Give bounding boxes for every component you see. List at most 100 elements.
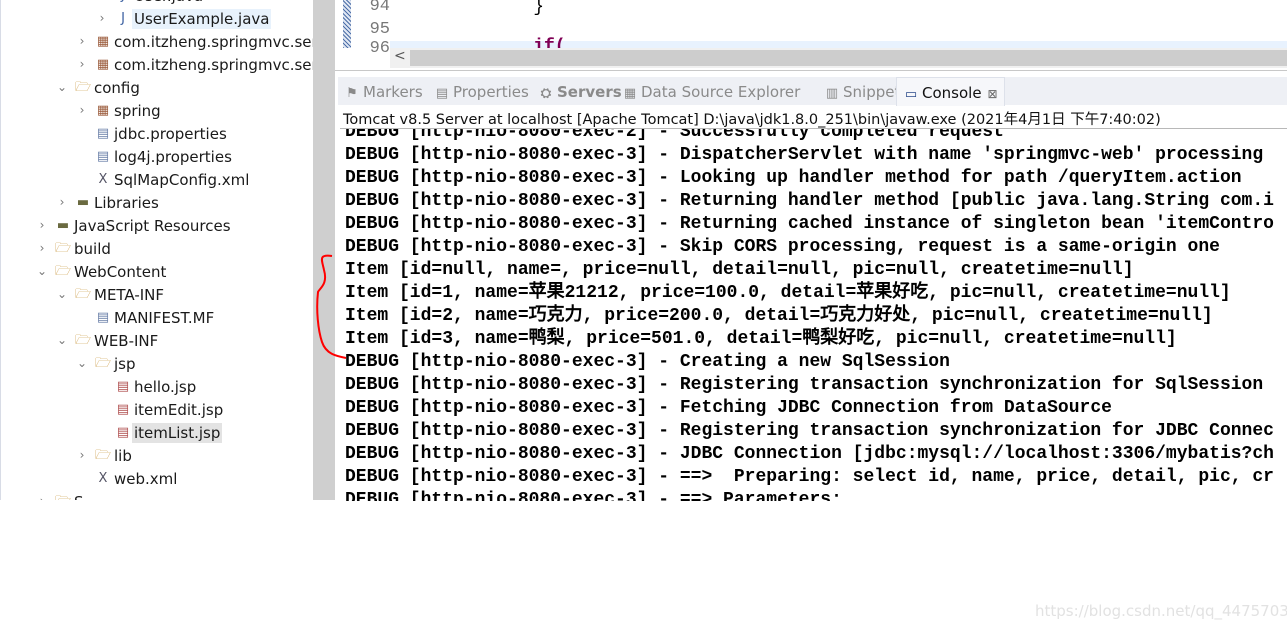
tree-item-label: log4j.properties — [114, 148, 232, 166]
chevron-right-icon[interactable]: › — [76, 34, 88, 48]
tree-item-label: hello.jsp — [134, 378, 197, 396]
jsp-file-icon: ▤ — [116, 379, 130, 394]
line-number: 95 — [369, 20, 390, 39]
chevron-right-icon[interactable]: › — [36, 218, 48, 232]
tree-item-label: User.java — [132, 0, 205, 6]
package-icon: ▦ — [96, 103, 110, 118]
console-line: DEBUG [http-nio-8080-exec-3] - Skip CORS… — [345, 237, 1220, 257]
text-file-icon: ▤ — [96, 310, 110, 325]
chevron-right-icon[interactable]: › — [56, 195, 68, 209]
tree-item[interactable]: ⌄ 🗁 META-INF — [1, 284, 314, 307]
tab-label: Data Source Explorer — [641, 83, 801, 101]
line-number: 96 — [369, 39, 390, 58]
tree-item[interactable]: X SqlMapConfig.xml — [1, 169, 314, 192]
tree-item[interactable]: › ▦ com.itzheng.springmvc.serv — [1, 31, 314, 54]
servers-icon: ⛭ — [540, 86, 552, 101]
tree-item[interactable]: › 🗁 lib — [1, 445, 314, 468]
tab-console[interactable]: ▭ Console ⊠ — [896, 77, 1005, 106]
tab-label: Markers — [363, 83, 423, 101]
folder-icon: 🗁 — [75, 287, 92, 302]
console-line: DEBUG [http-nio-8080-exec-2] - Successfu… — [345, 128, 1004, 142]
tree-item[interactable]: ▤ itemEdit.jsp — [1, 399, 314, 422]
tab-markers[interactable]: ⚑ Markers — [344, 77, 423, 105]
console-line: DEBUG [http-nio-8080-exec-3] - Registeri… — [345, 421, 1274, 441]
snippets-icon: ▥ — [825, 86, 839, 101]
chevron-right-icon[interactable]: › — [96, 0, 108, 2]
console-line: DEBUG [http-nio-8080-exec-3] - Creating … — [345, 352, 950, 372]
xml-file-icon: X — [98, 172, 108, 187]
tree-item[interactable]: › 🗁S — [1, 491, 314, 500]
chevron-right-icon[interactable]: › — [96, 11, 108, 25]
tab-properties[interactable]: ▤ Properties — [434, 77, 529, 105]
tree-item[interactable]: ⌄ 🗁 config — [1, 77, 314, 100]
tree-item[interactable]: ▤ itemList.jsp — [1, 422, 314, 445]
tree-item[interactable]: ⌄ 🗁 jsp — [1, 353, 314, 376]
console-line: DEBUG [http-nio-8080-exec-3] - Fetching … — [345, 398, 1112, 418]
tree-item-label: itemEdit.jsp — [134, 401, 224, 419]
tab-servers[interactable]: ⛭ Servers — [538, 77, 622, 105]
tree-item[interactable]: › ▦ com.itzheng.springmvc.serv — [1, 54, 314, 77]
close-icon[interactable]: ⊠ — [988, 87, 998, 101]
tree-item-label: UserExample.java — [132, 9, 272, 29]
chevron-right-icon[interactable]: › — [36, 494, 48, 500]
folder-icon: 🗁 — [55, 264, 72, 279]
tree-item-label: web.xml — [114, 470, 178, 488]
tree-item[interactable]: ⌄ 🗁 WEB-INF — [1, 330, 314, 353]
chevron-right-icon[interactable]: › — [36, 241, 48, 255]
package-icon: ▦ — [96, 34, 110, 49]
console-line: DEBUG [http-nio-8080-exec-3] - Dispatche… — [345, 145, 1264, 165]
chevron-right-icon[interactable]: › — [76, 103, 88, 117]
tree-item[interactable]: › ▬ Libraries — [1, 192, 314, 215]
chevron-right-icon[interactable]: › — [76, 57, 88, 71]
chevron-down-icon[interactable]: ⌄ — [56, 333, 68, 347]
console-line: DEBUG [http-nio-8080-exec-3] - ==> Prepa… — [345, 467, 1274, 487]
tree-item[interactable]: › JUser.java — [1, 0, 314, 8]
tree-item[interactable]: ▤ log4j.properties — [1, 146, 314, 169]
jsp-file-icon: ▤ — [116, 402, 130, 417]
tree-item-label: SqlMapConfig.xml — [114, 171, 250, 189]
chevron-down-icon[interactable]: ⌄ — [56, 287, 68, 301]
tree-item[interactable]: ▤ jdbc.properties — [1, 123, 314, 146]
tree-item-label: META-INF — [94, 286, 165, 304]
tree-item[interactable]: › 🗁 build — [1, 238, 314, 261]
tree-item-label: spring — [114, 102, 161, 120]
tree-item-label: MANIFEST.MF — [114, 309, 215, 327]
tree-item-label: com.itzheng.springmvc.serv — [114, 56, 314, 74]
project-explorer-tree: ›JUser.java›JUserExample.java›▦com.itzhe… — [0, 0, 314, 500]
data-source-icon: ▦ — [623, 86, 637, 101]
scrollbar-thumb[interactable] — [410, 50, 1287, 66]
red-bracket-annotation — [316, 254, 347, 359]
tab-data-source-explorer[interactable]: ▦ Data Source Explorer — [622, 77, 800, 105]
tree-item-label: lib — [114, 447, 132, 465]
chevron-right-icon[interactable]: › — [76, 448, 88, 462]
horizontal-scrollbar[interactable]: < — [390, 48, 1287, 68]
chevron-down-icon[interactable]: ⌄ — [56, 80, 68, 94]
console-line: Item [id=null, name=, price=null, detail… — [345, 260, 1134, 280]
chevron-down-icon[interactable]: ⌄ — [76, 356, 88, 370]
console-line: DEBUG [http-nio-8080-exec-3] - Looking u… — [345, 168, 1242, 188]
console-line: DEBUG [http-nio-8080-exec-3] - ==> Param… — [345, 490, 842, 501]
scroll-left-icon[interactable]: < — [394, 48, 406, 64]
line-number: 94 — [369, 0, 390, 16]
tab-label: Servers — [557, 83, 622, 101]
console-line: DEBUG [http-nio-8080-exec-3] - Registeri… — [345, 375, 1264, 395]
folder-icon: 🗁 — [95, 448, 112, 463]
jsp-file-icon: ▤ — [116, 425, 130, 440]
tree-item[interactable]: › ▬ JavaScript Resources — [1, 215, 314, 238]
tree-item[interactable]: ▤ hello.jsp — [1, 376, 314, 399]
folder-icon: 🗁 — [55, 494, 71, 500]
console-line: DEBUG [http-nio-8080-exec-3] - Returning… — [345, 214, 1274, 234]
tree-item[interactable]: ⌄ 🗁 WebContent — [1, 261, 314, 284]
tab-label: Properties — [453, 83, 529, 101]
folder-icon: 🗁 — [75, 333, 92, 348]
console-output[interactable]: DEBUG [http-nio-8080-exec-2] - Successfu… — [340, 128, 1287, 501]
tree-item[interactable]: ▤ MANIFEST.MF — [1, 307, 314, 330]
tree-item[interactable]: › ▦ spring — [1, 100, 314, 123]
tree-item-label: jdbc.properties — [114, 125, 227, 143]
chevron-down-icon[interactable]: ⌄ — [36, 264, 48, 278]
xml-file-icon: X — [98, 471, 108, 486]
markers-icon: ⚑ — [346, 86, 358, 101]
tree-item[interactable]: Xweb.xml — [1, 468, 314, 491]
code-editor[interactable]: 94 } 95 96 if(... < — [335, 0, 1287, 71]
tree-item[interactable]: › J UserExample.java — [1, 8, 314, 31]
